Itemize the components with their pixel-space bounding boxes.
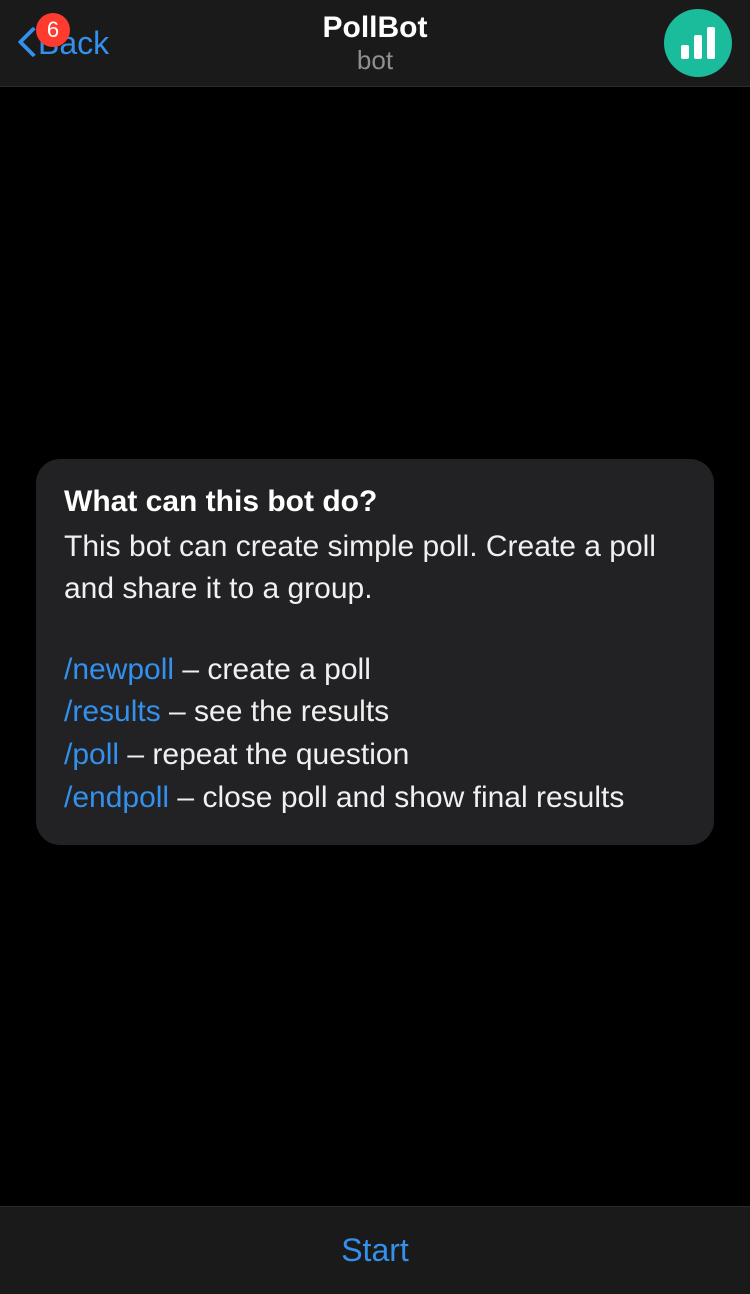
command-desc: – create a poll	[174, 653, 371, 686]
chat-header: Back 6 PollBot bot	[0, 0, 750, 87]
command-desc: – see the results	[161, 695, 389, 728]
notification-badge: 6	[36, 13, 70, 47]
back-button[interactable]: Back 6	[18, 25, 109, 62]
bars-icon	[707, 27, 715, 59]
command-desc: – close poll and show final results	[169, 781, 624, 814]
command-name[interactable]: /results	[64, 695, 161, 728]
command-list: /newpoll – create a poll /results – see …	[64, 649, 686, 819]
command-name[interactable]: /poll	[64, 738, 119, 771]
command-poll: /poll – repeat the question	[64, 734, 686, 777]
chat-title: PollBot	[323, 11, 428, 44]
command-desc: – repeat the question	[119, 738, 409, 771]
command-results: /results – see the results	[64, 691, 686, 734]
command-name[interactable]: /newpoll	[64, 653, 174, 686]
command-newpoll: /newpoll – create a poll	[64, 649, 686, 692]
intro-description: This bot can create simple poll. Create …	[64, 526, 686, 611]
bars-icon	[694, 35, 702, 59]
bottom-bar: Start	[0, 1206, 750, 1294]
command-endpoll: /endpoll – close poll and show final res…	[64, 777, 686, 820]
bars-icon	[681, 45, 689, 59]
intro-title: What can this bot do?	[64, 481, 686, 524]
chat-title-block[interactable]: PollBot bot	[323, 11, 428, 75]
bot-avatar[interactable]	[664, 9, 732, 77]
bot-intro-bubble: What can this bot do? This bot can creat…	[36, 459, 714, 845]
command-name[interactable]: /endpoll	[64, 781, 169, 814]
start-button[interactable]: Start	[341, 1232, 409, 1269]
chat-subtitle: bot	[323, 46, 428, 75]
chevron-left-icon	[18, 28, 36, 58]
